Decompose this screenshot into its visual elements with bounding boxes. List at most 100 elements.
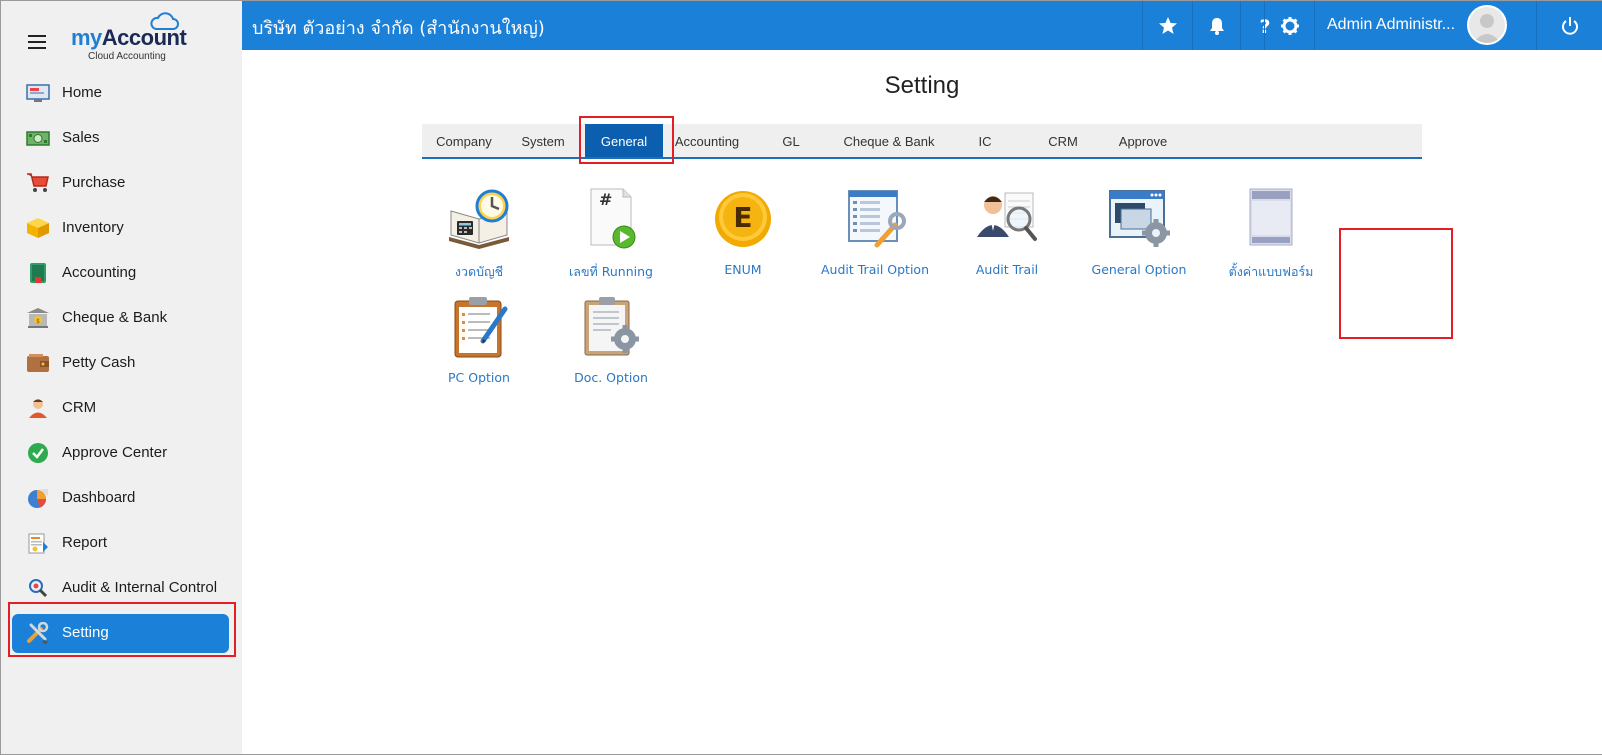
power-icon (1561, 16, 1578, 35)
clipboard-pen-icon (454, 297, 508, 358)
logo-subtitle: Cloud Accounting (88, 51, 166, 62)
notifications-button[interactable] (1192, 1, 1240, 50)
user-name: Admin Administr... (1327, 16, 1456, 33)
app-window: myAccount Cloud Accounting Home Sales Pu… (0, 0, 1602, 755)
sidebar-item-dashboard[interactable]: Dashboard (1, 476, 242, 521)
tile-label: Audit Trail (975, 262, 1039, 277)
sidebar-item-label: Purchase (62, 174, 126, 191)
sidebar-item-sales[interactable]: Sales (1, 116, 242, 161)
sidebar-item-home[interactable]: Home (1, 71, 242, 116)
tile-label: PC Option (448, 370, 510, 385)
sidebar: myAccount Cloud Accounting Home Sales Pu… (1, 1, 242, 754)
hash-document-icon: # (590, 188, 636, 249)
tile-label: เลขที่ Running (569, 264, 653, 279)
tile-label: Audit Trail Option (821, 262, 929, 277)
tab-cheque-bank[interactable]: Cheque & Bank (831, 124, 947, 157)
home-icon (26, 84, 50, 102)
sidebar-item-approve-center[interactable]: Approve Center (1, 431, 242, 476)
cart-icon (27, 173, 49, 192)
calendar-clock-icon (449, 189, 509, 249)
page-title: Setting (884, 72, 960, 99)
hamburger-menu-icon[interactable] (28, 35, 46, 49)
favorites-button[interactable] (1142, 1, 1192, 50)
sidebar-item-label: Setting (62, 624, 109, 641)
sidebar-item-label: Petty Cash (62, 354, 136, 371)
tile-audit-trail[interactable]: Audit Trail (942, 187, 1072, 287)
sidebar-item-label: CRM (62, 399, 97, 416)
sidebar-nav: Home Sales Purchase Inventory Accounting… (1, 71, 242, 656)
company-name[interactable]: บริษัท ตัวอย่าง จำกัด (สำนักงานใหญ่) (252, 13, 545, 42)
tab-ic[interactable]: IC (947, 124, 1023, 157)
tile-label: งวดบัญชี (454, 264, 504, 279)
sidebar-item-petty-cash[interactable]: Petty Cash (1, 341, 242, 386)
tab-system[interactable]: System (506, 124, 580, 157)
main-content: Setting Company System General Accountin… (242, 50, 1602, 754)
check-circle-icon (28, 443, 48, 463)
user-menu[interactable]: Admin Administr... (1314, 1, 1536, 50)
tile-form-settings[interactable]: ตั้งค่าแบบฟอร์ม (1206, 187, 1336, 287)
logo[interactable]: myAccount Cloud Accounting (71, 11, 189, 63)
brand-header: myAccount Cloud Accounting (1, 1, 242, 71)
window-gear-icon (1109, 190, 1170, 247)
sidebar-item-crm[interactable]: CRM (1, 386, 242, 431)
person-icon (29, 399, 47, 418)
sidebar-item-audit-internal-control[interactable]: Audit & Internal Control (1, 566, 242, 611)
box-icon (27, 218, 49, 238)
tile-general-option[interactable]: General Option (1074, 187, 1204, 287)
tile-label: Doc. Option (574, 370, 648, 385)
sidebar-item-accounting[interactable]: Accounting (1, 251, 242, 296)
tab-accounting[interactable]: Accounting (663, 124, 751, 157)
money-icon (26, 131, 50, 146)
tab-approve[interactable]: Approve (1103, 124, 1183, 157)
tab-general[interactable]: General (585, 124, 663, 157)
tile-running-number[interactable]: # เลขที่ Running (546, 187, 676, 287)
svg-text:E: E (733, 201, 752, 234)
top-bar: บริษัท ตัวอย่าง จำกัด (สำนักงานใหญ่) ? A… (242, 1, 1602, 50)
report-icon (28, 533, 48, 554)
tile-accounting-period[interactable]: งวดบัญชี (414, 187, 544, 287)
tile-enum[interactable]: E ENUM (678, 187, 808, 287)
gear-icon (1280, 16, 1299, 35)
tab-gl[interactable]: GL (751, 124, 831, 157)
sidebar-item-label: Dashboard (62, 489, 136, 506)
sidebar-item-label: Accounting (62, 264, 137, 281)
bank-icon: $ (27, 308, 49, 328)
sidebar-item-label: Home (62, 84, 103, 101)
logout-button[interactable] (1536, 1, 1602, 50)
sidebar-item-label: Approve Center (62, 444, 168, 461)
sidebar-item-label: Cheque & Bank (62, 309, 168, 326)
sidebar-item-cheque-bank[interactable]: $ Cheque & Bank (1, 296, 242, 341)
avatar (1467, 5, 1507, 45)
enum-coin-icon: E (715, 191, 771, 247)
tile-audit-trail-option[interactable]: Audit Trail Option (810, 187, 940, 287)
bell-icon (1209, 17, 1224, 35)
sidebar-item-label: Sales (62, 129, 100, 146)
star-icon (1158, 16, 1177, 34)
audit-list-icon (848, 190, 906, 248)
tools-icon (27, 622, 49, 644)
book-icon (30, 263, 46, 283)
tile-pc-option[interactable]: PC Option (414, 295, 544, 395)
tile-label: ENUM (724, 262, 762, 277)
sidebar-item-label: Audit & Internal Control (62, 579, 218, 596)
sidebar-item-label: Report (62, 534, 108, 551)
svg-text:#: # (599, 190, 612, 209)
magnifier-icon (29, 579, 48, 598)
logo-text: myAccount (71, 25, 187, 50)
svg-text:$: $ (36, 318, 40, 325)
sidebar-item-inventory[interactable]: Inventory (1, 206, 242, 251)
tile-doc-option[interactable]: Doc. Option (546, 295, 676, 395)
settings-tabs: Company System General Accounting GL Che… (422, 124, 1422, 159)
sidebar-item-setting[interactable]: Setting (1, 611, 242, 656)
pie-chart-icon (28, 489, 48, 508)
tab-crm[interactable]: CRM (1023, 124, 1103, 157)
tile-label: ตั้งค่าแบบฟอร์ม (1228, 264, 1314, 279)
sidebar-item-report[interactable]: Report (1, 521, 242, 566)
form-page-icon (1249, 188, 1293, 246)
wallet-icon (27, 354, 49, 372)
sidebar-item-purchase[interactable]: Purchase (1, 161, 242, 206)
person-search-icon (977, 192, 1037, 241)
general-option-highlight-box (1339, 228, 1453, 339)
settings-button[interactable] (1264, 1, 1314, 50)
tab-company[interactable]: Company (422, 124, 506, 157)
